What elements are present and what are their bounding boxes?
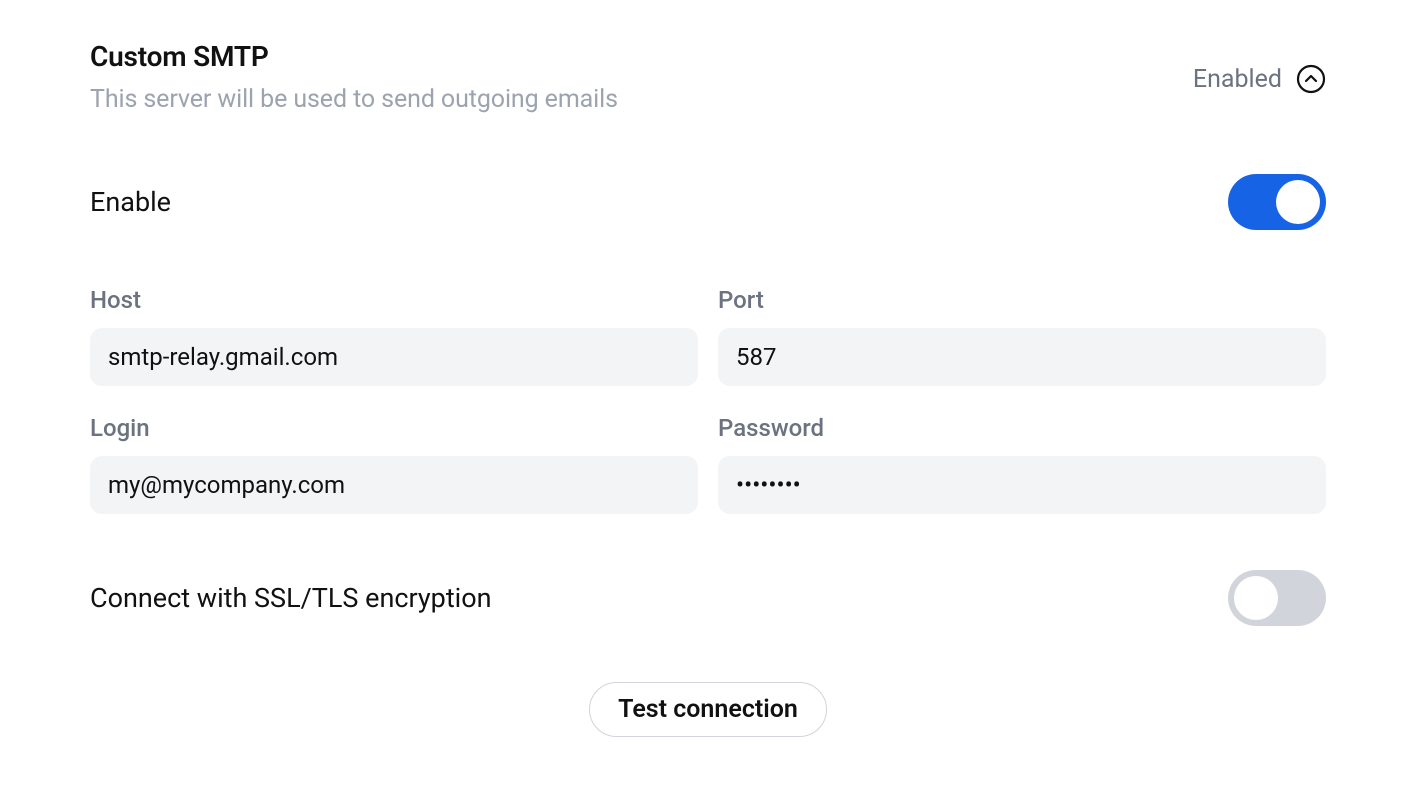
test-button-row: Test connection <box>90 682 1326 737</box>
password-field: Password <box>718 414 1326 514</box>
password-input[interactable] <box>718 456 1326 514</box>
enable-toggle[interactable] <box>1228 174 1326 230</box>
status-label: Enabled <box>1193 65 1282 94</box>
ssl-label: Connect with SSL/TLS encryption <box>90 582 492 614</box>
login-field: Login <box>90 414 698 514</box>
section-header-left: Custom SMTP This server will be used to … <box>90 40 618 114</box>
login-label: Login <box>90 414 698 442</box>
fields-grid: Host Port Login Password <box>90 286 1326 514</box>
ssl-row: Connect with SSL/TLS encryption <box>90 570 1326 626</box>
toggle-knob <box>1234 576 1278 620</box>
port-label: Port <box>718 286 1326 314</box>
host-label: Host <box>90 286 698 314</box>
host-field: Host <box>90 286 698 386</box>
login-input[interactable] <box>90 456 698 514</box>
chevron-up-circle-icon[interactable] <box>1296 64 1326 94</box>
enable-label: Enable <box>90 186 171 218</box>
section-header: Custom SMTP This server will be used to … <box>90 40 1326 114</box>
port-input[interactable] <box>718 328 1326 386</box>
host-input[interactable] <box>90 328 698 386</box>
ssl-toggle[interactable] <box>1228 570 1326 626</box>
section-header-right[interactable]: Enabled <box>1193 64 1326 94</box>
password-label: Password <box>718 414 1326 442</box>
section-description: This server will be used to send outgoin… <box>90 85 618 114</box>
section-title: Custom SMTP <box>90 40 618 73</box>
toggle-knob <box>1276 180 1320 224</box>
enable-row: Enable <box>90 174 1326 230</box>
test-connection-button[interactable]: Test connection <box>589 682 827 737</box>
port-field: Port <box>718 286 1326 386</box>
